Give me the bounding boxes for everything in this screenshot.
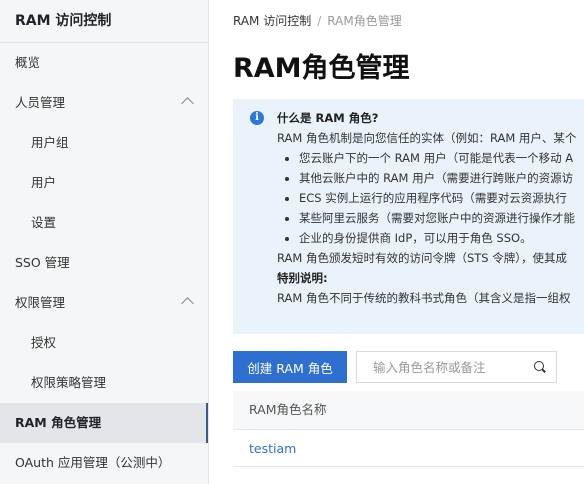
info-special-text: RAM 角色不同于传统的教科书式角色（其含义是指一组权: [277, 291, 571, 305]
info-heading: 什么是 RAM 角色?: [277, 111, 379, 125]
chevron-up-icon[interactable]: [181, 97, 194, 110]
info-box: i 什么是 RAM 角色? RAM 角色机制是向您信任的实体（例如：RAM 用户…: [233, 99, 584, 334]
sidebar-item-label: 权限管理: [15, 295, 66, 310]
sidebar-item-grants[interactable]: 授权: [0, 323, 208, 363]
info-bullet: 某些阿里云服务（需要对您账户中的资源进行操作才能: [299, 208, 584, 228]
info-intro: RAM 角色机制是向您信任的实体（例如：RAM 用户、某个: [277, 131, 577, 145]
chevron-up-icon[interactable]: [181, 297, 194, 310]
search-input[interactable]: [357, 352, 522, 382]
info-special-heading: 特别说明:: [277, 271, 328, 285]
page-title: RAM角色管理: [233, 53, 410, 84]
info-bullet: 您云账户下的一个 RAM 用户（可能是代表一个移动 A: [299, 148, 584, 168]
breadcrumb-root-link[interactable]: RAM 访问控制: [233, 14, 311, 28]
sidebar-item-people-management[interactable]: 人员管理: [0, 83, 208, 123]
info-bullet: 其他云账户中的 RAM 用户（需要进行跨账户的资源访: [299, 168, 584, 188]
sidebar-item-permission-management[interactable]: 权限管理: [0, 283, 208, 323]
roles-table: RAM角色名称 testiam: [233, 391, 584, 467]
info-icon: i: [250, 111, 264, 125]
table-header-role-name: RAM角色名称: [233, 391, 584, 430]
sidebar-item-ram-roles[interactable]: RAM 角色管理: [0, 403, 208, 443]
sidebar-item-sso[interactable]: SSO 管理: [0, 243, 208, 283]
info-bullet: ECS 实例上运行的应用程序代码（需要对云资源执行: [299, 188, 584, 208]
breadcrumb-current: RAM角色管理: [327, 14, 402, 28]
breadcrumb: RAM 访问控制 / RAM角色管理: [233, 12, 402, 29]
main-content: RAM 访问控制 / RAM角色管理 RAM角色管理 i 什么是 RAM 角色? R…: [209, 0, 584, 484]
info-token-line: RAM 角色颁发短时有效的访问令牌（STS 令牌），使其成: [277, 251, 567, 265]
sidebar-item-label: 人员管理: [15, 95, 66, 110]
breadcrumb-separator: /: [317, 14, 322, 28]
role-name-link[interactable]: testiam: [249, 441, 296, 456]
sidebar-item-settings[interactable]: 设置: [0, 203, 208, 243]
table-row: testiam: [233, 430, 584, 467]
search-icon[interactable]: [534, 361, 544, 371]
sidebar-item-oauth-apps[interactable]: OAuth 应用管理（公测中）: [0, 443, 208, 483]
sidebar-item-overview[interactable]: 概览: [0, 43, 208, 83]
info-bullet-list: 您云账户下的一个 RAM 用户（可能是代表一个移动 A 其他云账户中的 RAM …: [277, 148, 584, 248]
search-box: [356, 351, 557, 383]
info-content: 什么是 RAM 角色? RAM 角色机制是向您信任的实体（例如：RAM 用户、某…: [277, 108, 584, 308]
sidebar-title: RAM 访问控制: [0, 0, 208, 43]
sidebar-item-policies[interactable]: 权限策略管理: [0, 363, 208, 403]
info-bullet: 企业的身份提供商 IdP，可以用于角色 SSO。: [299, 228, 584, 248]
create-ram-role-button[interactable]: 创建 RAM 角色: [233, 351, 347, 383]
sidebar: RAM 访问控制 概览 人员管理 用户组 用户 设置 SSO 管理 权限管理 授…: [0, 0, 209, 484]
sidebar-item-users[interactable]: 用户: [0, 163, 208, 203]
sidebar-item-user-groups[interactable]: 用户组: [0, 123, 208, 163]
